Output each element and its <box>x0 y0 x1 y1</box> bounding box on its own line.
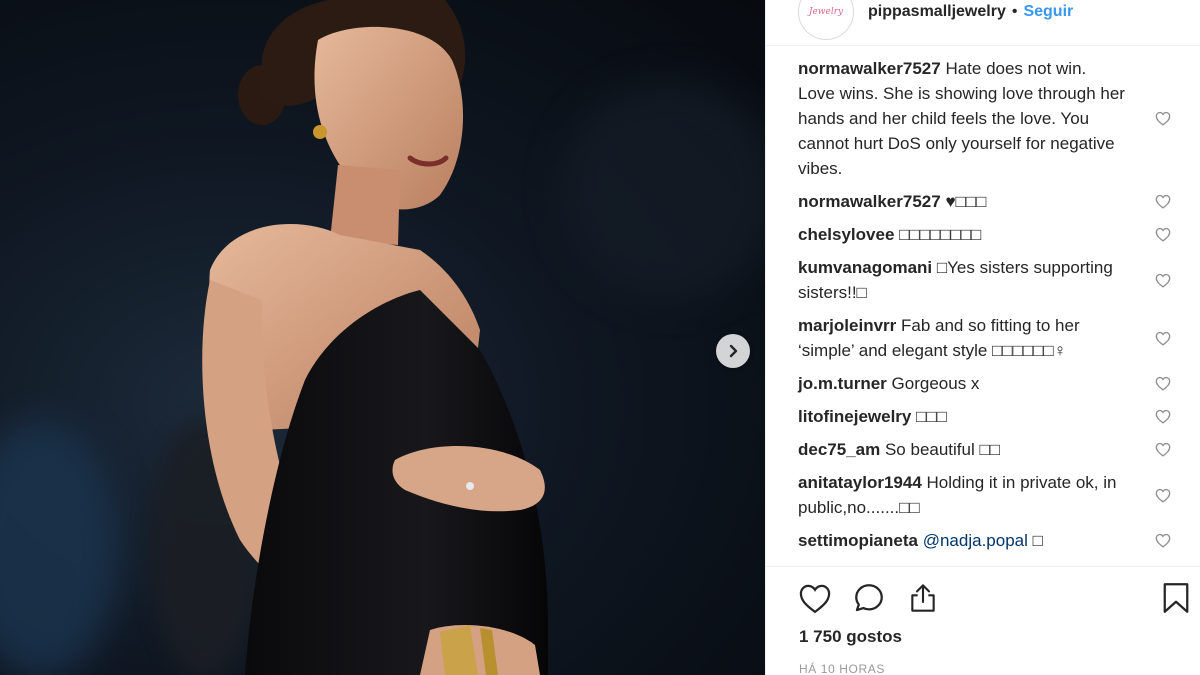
comment-text: □ <box>1027 531 1043 550</box>
post-sidebar: Jewelry pippasmalljewelry • Seguir norma… <box>765 0 1200 675</box>
heart-small-icon[interactable] <box>1153 192 1173 212</box>
comment-item: marjoleinvrr Fab and so fitting to her ‘… <box>798 313 1173 363</box>
heart-small-icon[interactable] <box>1153 225 1173 245</box>
comment-text: Gorgeous x <box>891 374 980 393</box>
heart-small-icon[interactable] <box>1153 109 1173 129</box>
comment-button[interactable] <box>850 579 888 617</box>
heart-outline-icon <box>799 584 831 613</box>
heart-small-icon[interactable] <box>1153 374 1173 394</box>
comment-text: □□□□□□□□ <box>899 225 982 244</box>
bookmark-icon <box>1163 583 1189 613</box>
comment-item: chelsylovee □□□□□□□□ <box>798 222 1173 247</box>
avatar-logo-text: Jewelry <box>808 6 844 17</box>
comment-text: □□□ <box>916 407 947 426</box>
comment-item: settimopianeta @nadja.popal □ <box>798 528 1173 553</box>
comment-username[interactable]: dec75_am <box>798 440 880 459</box>
comment-item: normawalker7527 ♥□□□ <box>798 189 1173 214</box>
header-username[interactable]: pippasmalljewelry <box>868 3 1006 21</box>
comment-item: anitataylor1944 Holding it in private ok… <box>798 470 1173 520</box>
follow-button[interactable]: Seguir <box>1023 3 1073 21</box>
comment-bubble-icon <box>855 584 883 612</box>
comment-text: ♥□□□ <box>945 192 987 211</box>
comment-item: litofinejewelry □□□ <box>798 404 1173 429</box>
comment-username[interactable]: kumvanagomani <box>798 258 932 277</box>
comment-item: normawalker7527 Hate does not win. Love … <box>798 56 1173 181</box>
heart-small-icon[interactable] <box>1153 485 1173 505</box>
like-button[interactable] <box>796 579 834 617</box>
comment-username[interactable]: chelsylovee <box>798 225 894 244</box>
chevron-right-icon <box>729 344 738 358</box>
heart-small-icon[interactable] <box>1153 440 1173 460</box>
heart-small-icon[interactable] <box>1153 328 1173 348</box>
next-photo-button[interactable] <box>716 334 750 368</box>
heart-small-icon[interactable] <box>1153 270 1173 290</box>
comments-list: normawalker7527 Hate does not win. Love … <box>798 56 1173 561</box>
comment-item: dec75_am So beautiful □□ <box>798 437 1173 462</box>
post-photo[interactable] <box>0 0 765 675</box>
comment-text: So beautiful □□ <box>884 440 1001 459</box>
post-actions-bar: 1 750 gostos HÁ 10 HORAS <box>766 566 1200 675</box>
share-button[interactable] <box>904 579 942 617</box>
comment-mention-link[interactable]: @nadja.popal <box>923 531 1028 550</box>
share-upload-icon <box>911 584 935 612</box>
comment-username[interactable]: marjoleinvrr <box>798 316 896 335</box>
comment-username[interactable]: normawalker7527 <box>798 192 941 211</box>
heart-small-icon[interactable] <box>1153 531 1173 551</box>
comment-username[interactable]: settimopianeta <box>798 531 918 550</box>
post-header: Jewelry pippasmalljewelry • Seguir <box>766 0 1200 46</box>
save-button[interactable] <box>1157 579 1195 617</box>
heart-small-icon[interactable] <box>1153 407 1173 427</box>
photo-subject <box>202 0 549 675</box>
comment-username[interactable]: jo.m.turner <box>798 374 887 393</box>
header-separator-dot: • <box>1011 2 1018 20</box>
comment-username[interactable]: litofinejewelry <box>798 407 911 426</box>
likes-count[interactable]: 1 750 gostos <box>799 627 902 647</box>
post-timestamp: HÁ 10 HORAS <box>799 662 885 675</box>
avatar[interactable]: Jewelry <box>798 0 854 40</box>
comment-username[interactable]: normawalker7527 <box>798 59 941 78</box>
comment-item: kumvanagomani □Yes sisters supporting si… <box>798 255 1173 305</box>
comment-item: jo.m.turner Gorgeous x <box>798 371 1173 396</box>
comment-username[interactable]: anitataylor1944 <box>798 473 922 492</box>
